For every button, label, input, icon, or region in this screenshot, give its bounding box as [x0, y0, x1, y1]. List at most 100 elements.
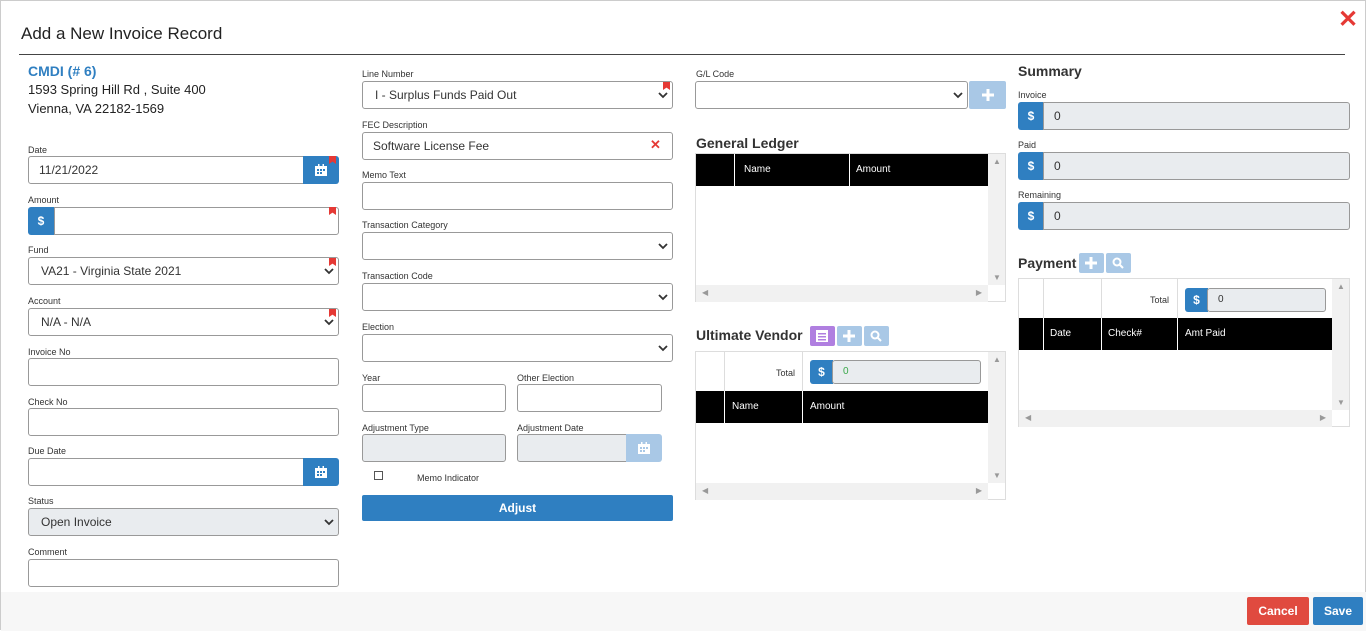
title-divider	[19, 54, 1345, 55]
horizontal-scrollbar[interactable]: ◀ ▶	[696, 285, 988, 302]
close-icon[interactable]: ✕	[1337, 8, 1359, 32]
payment-total-value: 0	[1207, 288, 1326, 312]
plus-icon	[982, 89, 994, 101]
adjustment-type-label: Adjustment Type	[362, 423, 429, 433]
cancel-button[interactable]: Cancel	[1247, 597, 1309, 625]
status-select[interactable]: Open Invoice	[28, 508, 339, 536]
payment-grid: Total $ 0 Date Check# Amt Paid ▲ ▼ ◀ ▶	[1018, 278, 1350, 427]
other-election-label: Other Election	[517, 373, 575, 383]
invoice-no-input[interactable]	[28, 358, 339, 386]
gl-code-select[interactable]	[695, 81, 968, 109]
column-header-date: Date	[1050, 328, 1072, 339]
grid-divider	[1177, 279, 1178, 319]
chevron-down-icon	[324, 268, 334, 275]
column-header-amount: Amount	[856, 164, 891, 175]
amount-input[interactable]	[54, 207, 339, 235]
column-header-name: Name	[732, 401, 759, 412]
modal-title: Add a New Invoice Record	[21, 24, 223, 43]
fund-select-value: VA21 - Virginia State 2021	[41, 264, 182, 278]
vendor-address-line2: Vienna, VA 22182-1569	[28, 101, 165, 116]
grid-divider	[1101, 279, 1102, 319]
plus-icon	[843, 330, 855, 342]
transaction-code-select[interactable]	[362, 283, 673, 311]
election-label: Election	[362, 322, 395, 332]
column-header-amount: Amount	[810, 401, 845, 412]
adjustment-date-calendar-button[interactable]	[626, 434, 662, 462]
vertical-scrollbar[interactable]: ▲ ▼	[988, 352, 1005, 483]
fec-description-label: FEC Description	[362, 120, 428, 130]
list-icon	[816, 330, 828, 342]
add-ultimate-vendor-button[interactable]	[837, 326, 862, 346]
calendar-icon	[315, 466, 327, 478]
gl-code-label: G/L Code	[696, 69, 735, 79]
adjustment-date-label: Adjustment Date	[517, 423, 584, 433]
date-input[interactable]: 11/21/2022	[28, 156, 304, 184]
memo-indicator-checkbox[interactable]	[374, 471, 383, 480]
other-election-input[interactable]	[517, 384, 662, 412]
summary-remaining-label: Remaining	[1018, 190, 1062, 200]
line-number-select[interactable]: I - Surplus Funds Paid Out	[362, 81, 673, 109]
column-header-check: Check#	[1108, 328, 1142, 339]
adjustment-type-input[interactable]	[362, 434, 506, 462]
due-date-calendar-button[interactable]	[303, 458, 339, 486]
line-number-label: Line Number	[362, 69, 414, 79]
vendor-name-link[interactable]: CMDI (# 6)	[28, 63, 96, 79]
plus-icon	[1085, 257, 1097, 269]
save-button[interactable]: Save	[1313, 597, 1363, 625]
summary-paid-currency: $	[1018, 152, 1044, 180]
chevron-down-icon	[953, 92, 963, 99]
required-flag-icon	[329, 258, 336, 266]
search-payment-button[interactable]	[1106, 253, 1131, 273]
transaction-category-select[interactable]	[362, 232, 673, 260]
adjust-button[interactable]: Adjust	[362, 495, 673, 521]
required-flag-icon	[663, 82, 670, 90]
fund-label: Fund	[28, 245, 49, 255]
add-payment-button[interactable]	[1079, 253, 1104, 273]
due-date-label: Due Date	[28, 446, 67, 456]
list-button[interactable]	[810, 326, 835, 346]
due-date-input[interactable]	[28, 458, 304, 486]
fec-description-input[interactable]: Software License Fee	[362, 132, 673, 160]
memo-text-input[interactable]	[362, 182, 673, 210]
vendor-address-line1: 1593 Spring Hill Rd , Suite 400	[28, 82, 206, 97]
summary-paid-label: Paid	[1018, 140, 1037, 150]
comment-input[interactable]	[28, 559, 339, 587]
year-label: Year	[362, 373, 381, 383]
summary-remaining-value: 0	[1043, 202, 1350, 230]
ultimate-vendor-header: Name Amount	[696, 391, 988, 423]
line-number-select-value: I - Surplus Funds Paid Out	[375, 88, 517, 102]
summary-paid-value: 0	[1043, 152, 1350, 180]
payment-title: Payment	[1018, 255, 1077, 271]
adjustment-date-input[interactable]	[517, 434, 627, 462]
vertical-scrollbar[interactable]: ▲ ▼	[988, 154, 1005, 285]
grid-divider	[1043, 279, 1044, 319]
grid-divider	[724, 352, 725, 392]
chevron-down-icon	[658, 243, 668, 250]
date-label: Date	[28, 145, 48, 155]
add-gl-button[interactable]	[969, 81, 1006, 109]
horizontal-scrollbar[interactable]: ◀ ▶	[1019, 410, 1332, 427]
clear-icon[interactable]: ✕	[650, 137, 661, 153]
vertical-scrollbar[interactable]: ▲ ▼	[1332, 279, 1349, 410]
modal-footer	[1, 592, 1366, 631]
election-select[interactable]	[362, 334, 673, 362]
general-ledger-title: General Ledger	[696, 135, 799, 151]
search-ultimate-vendor-button[interactable]	[864, 326, 889, 346]
check-no-label: Check No	[28, 397, 68, 407]
status-label: Status	[28, 496, 54, 506]
ultimate-vendor-grid: Total $ 0 Name Amount ▲ ▼ ◀ ▶	[695, 351, 1006, 500]
comment-label: Comment	[28, 547, 68, 557]
general-ledger-header: Name Amount	[696, 154, 988, 186]
summary-invoice-currency: $	[1018, 102, 1044, 130]
chevron-down-icon	[658, 294, 668, 301]
calendar-icon	[315, 164, 327, 176]
check-no-input[interactable]	[28, 408, 339, 436]
grid-divider	[802, 352, 803, 392]
transaction-code-label: Transaction Code	[362, 271, 433, 281]
payment-total-label: Total	[1150, 295, 1170, 305]
account-select[interactable]: N/A - N/A	[28, 308, 339, 336]
year-input[interactable]	[362, 384, 506, 412]
fund-select[interactable]: VA21 - Virginia State 2021	[28, 257, 339, 285]
ultimate-vendor-total-currency: $	[810, 360, 833, 384]
horizontal-scrollbar[interactable]: ◀ ▶	[696, 483, 988, 500]
